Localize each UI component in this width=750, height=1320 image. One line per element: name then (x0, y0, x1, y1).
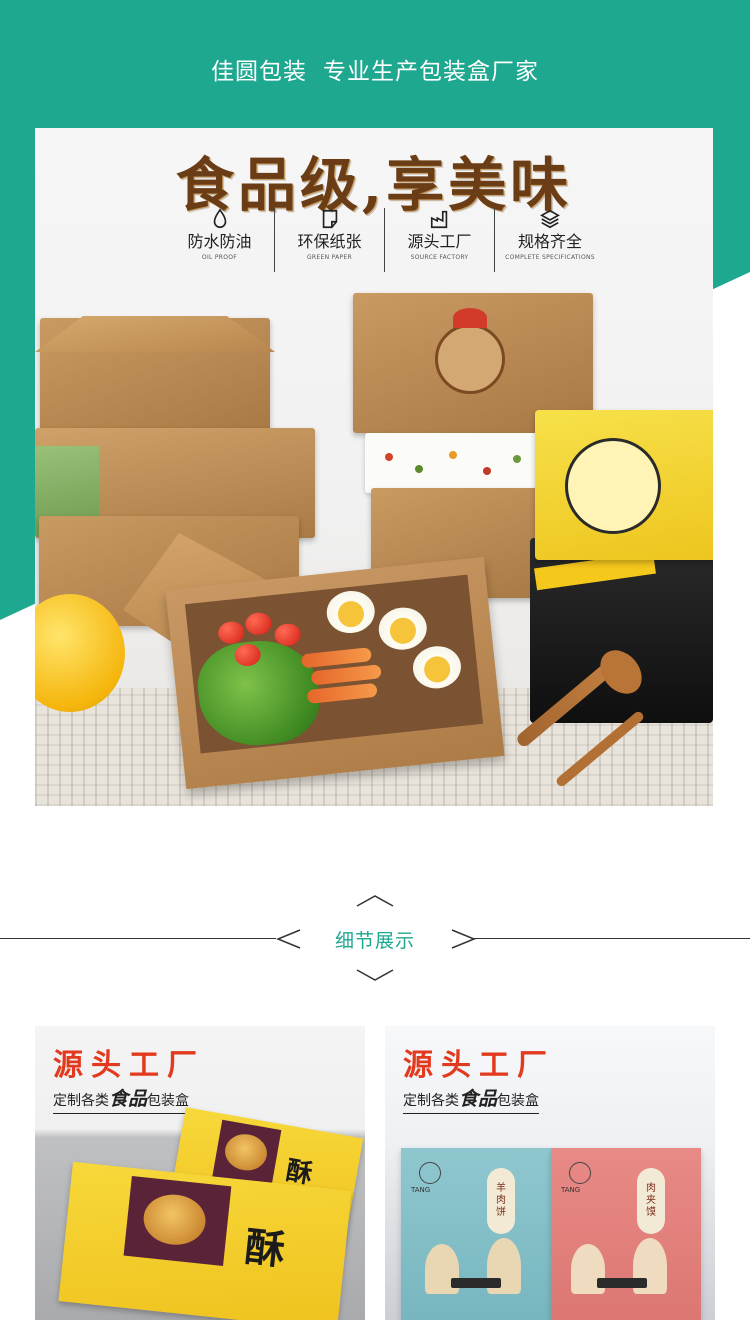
detail-subtitle-emphasis: 食品 (109, 1088, 148, 1110)
print-dot (483, 467, 491, 475)
tomato (244, 611, 273, 637)
chevron-up-icon (356, 895, 394, 907)
feature-label: 防水防油 (187, 232, 252, 251)
tray-inner (184, 574, 484, 754)
feature-item: 规格齐全 COMPLETE SPECIFICATIONS (495, 208, 605, 272)
detail-subtitle-emphasis: 食品 (459, 1088, 498, 1110)
detail-title: 源头工厂 (53, 1048, 205, 1083)
box-logo-text: TANG (561, 1186, 581, 1194)
egg (410, 643, 464, 691)
detail-subtitle: 定制各类食品包装盒 (403, 1084, 540, 1114)
feature-item: 防水防油 OIL PROOF (165, 208, 275, 272)
print-dot (449, 451, 457, 459)
box-logo-text: TANG (411, 1186, 431, 1194)
brand-name: 佳圆包装 (211, 59, 307, 85)
feature-label: 源头工厂 (407, 232, 472, 251)
banner-title: 佳圆包装 专业生产包装盒厂家 (0, 52, 750, 88)
chevron-left-icon (276, 929, 301, 949)
section-divider: 细节展示 (0, 890, 750, 990)
chevron-down-icon (356, 969, 394, 981)
feature-sub: GREEN PAPER (306, 254, 352, 261)
yellow-box (535, 410, 713, 560)
section-title: 细节展示 (334, 930, 415, 952)
illustrated-table (451, 1278, 501, 1288)
pink-gift-box: TANG 肉夹馍 (551, 1148, 701, 1320)
layers-icon (540, 209, 560, 229)
paper-sheet-icon (322, 209, 337, 229)
detail-title: 源头工厂 (403, 1048, 555, 1083)
feature-sub: OIL PROOF (201, 254, 238, 261)
detail-subtitle-prefix: 定制各类 (403, 1093, 459, 1109)
red-comb (453, 308, 487, 328)
detail-subtitle-suffix: 包装盒 (497, 1093, 540, 1109)
divider-line-right (474, 938, 750, 939)
box-brand-mark: 酥 (242, 1223, 288, 1275)
shrimp (310, 664, 382, 686)
box-logo (419, 1162, 441, 1184)
yellow-box-character (565, 438, 661, 534)
feature-label: 规格齐全 (517, 232, 582, 251)
divider-line-left (0, 938, 276, 939)
detail-subtitle-suffix: 包装盒 (147, 1093, 190, 1109)
illustrated-table (597, 1278, 647, 1288)
feature-list: 防水防油 OIL PROOF 环保纸张 GREEN PAPER 源头工厂 SOU… (165, 208, 605, 272)
pastry-box-front: 酥 (58, 1161, 352, 1320)
egg (376, 605, 429, 653)
chevron-right-icon (451, 929, 476, 949)
feature-label: 环保纸张 (297, 232, 362, 251)
brand-tagline: 专业生产包装盒厂家 (323, 59, 539, 85)
box-label: 肉夹馍 (637, 1168, 665, 1234)
hero-product-image: 食品级,享美味 防水防油 OIL PROOF 环保纸张 GREEN PAPER … (35, 128, 713, 806)
feature-sub: COMPLETE SPECIFICATIONS (505, 254, 595, 261)
box-logo (569, 1162, 591, 1184)
food-tray (165, 556, 505, 790)
blue-gift-box: TANG 羊肉饼 (401, 1148, 551, 1320)
white-printed-box (365, 433, 540, 493)
feature-sub: SOURCE FACTORY (410, 254, 469, 261)
detail-photo-yellow-boxes: 源头工厂 定制各类食品包装盒 酥 酥 (35, 1026, 365, 1320)
black-box (530, 538, 713, 723)
detail-photo-illustrated-boxes: 源头工厂 定制各类食品包装盒 TANG 羊肉饼 TANG 肉夹馍 (385, 1026, 715, 1320)
chicken-print (435, 324, 505, 394)
detail-subtitle: 定制各类食品包装盒 (53, 1084, 190, 1114)
print-dot (385, 453, 393, 461)
print-dot (415, 465, 423, 473)
feature-item: 源头工厂 SOURCE FACTORY (385, 208, 495, 272)
print-dot (513, 455, 521, 463)
water-drop-icon (213, 208, 226, 228)
egg (324, 588, 377, 636)
factory-icon (430, 210, 447, 229)
detail-subtitle-prefix: 定制各类 (53, 1093, 109, 1109)
tomato (217, 620, 246, 645)
feature-item: 环保纸张 GREEN PAPER (275, 208, 385, 272)
box-label: 羊肉饼 (487, 1168, 515, 1234)
